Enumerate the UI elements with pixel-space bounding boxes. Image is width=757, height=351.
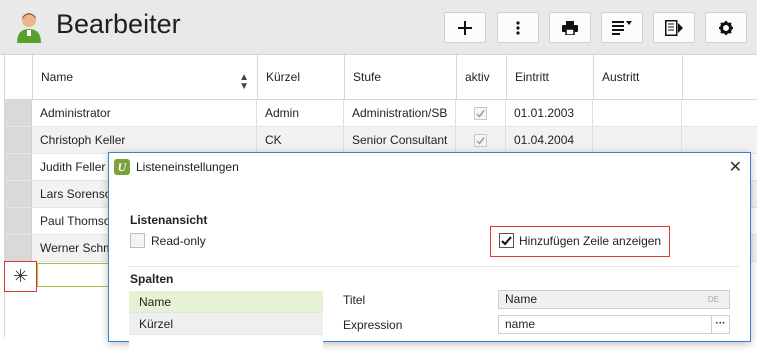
section-divider: [129, 266, 739, 267]
more-button[interactable]: [497, 12, 539, 43]
row-selector[interactable]: [5, 235, 32, 262]
asterisk-icon: ✳: [12, 266, 29, 286]
row-selector[interactable]: [5, 100, 32, 127]
checkmark-icon: [501, 236, 512, 246]
printer-icon: [562, 20, 578, 35]
column-list-item[interactable]: Name: [129, 291, 323, 313]
column-header-aktiv[interactable]: aktiv: [457, 55, 507, 100]
dialog-titlebar: U Listeneinstellungen ✕: [109, 153, 750, 181]
add-button[interactable]: [444, 12, 486, 43]
column-label: aktiv: [465, 70, 490, 84]
listview-heading: Listenansicht: [130, 213, 208, 227]
expression-value: name: [505, 317, 536, 331]
list-settings-dialog: U Listeneinstellungen ✕ Listenansicht Re…: [108, 152, 751, 351]
print-button[interactable]: [549, 12, 591, 43]
table-row[interactable]: Administrator Admin Administration/SB 01.01…: [32, 100, 757, 127]
list-sort-icon: [612, 21, 632, 35]
titel-value: Name: [505, 292, 538, 306]
cell-austritt[interactable]: [593, 127, 682, 154]
cell-eintritt[interactable]: 01.04.2004: [506, 127, 593, 154]
close-icon[interactable]: ✕: [729, 157, 742, 177]
column-list-item[interactable]: Kürzel: [129, 313, 323, 335]
cell-kuerzel[interactable]: CK: [257, 127, 344, 154]
settings-button[interactable]: [705, 12, 747, 43]
titel-label: Titel: [343, 293, 366, 307]
row-selector[interactable]: [5, 181, 32, 208]
readonly-checkbox[interactable]: [130, 233, 145, 248]
export-button[interactable]: [653, 12, 695, 43]
column-header-eintritt[interactable]: Eintritt: [507, 55, 594, 100]
column-header-kuerzel[interactable]: Kürzel: [258, 55, 345, 100]
column-label: Austritt: [602, 70, 640, 84]
add-row-label: Hinzufügen Zeile anzeigen: [519, 234, 662, 248]
cell-stufe[interactable]: Senior Consultant: [344, 127, 456, 154]
new-row-selector[interactable]: ✳: [4, 261, 37, 292]
row-selector[interactable]: [5, 154, 32, 181]
column-header-austritt[interactable]: Austritt: [594, 55, 683, 100]
column-header-stufe[interactable]: Stufe: [345, 55, 457, 100]
column-label: Kürzel: [266, 70, 301, 84]
vertical-dots-icon: [516, 20, 520, 35]
cell-eintritt[interactable]: 01.01.2003: [506, 100, 593, 127]
aktiv-checkbox[interactable]: [474, 134, 487, 147]
language-tag: DE: [707, 295, 719, 304]
app-logo-icon: U: [114, 159, 130, 175]
titel-field[interactable]: Name DE: [498, 290, 730, 309]
cell-austritt[interactable]: [593, 100, 682, 127]
readonly-label: Read-only: [151, 234, 206, 248]
column-header-name[interactable]: Name ▲ ▼: [33, 55, 258, 100]
expression-field[interactable]: name ···: [498, 315, 730, 334]
cell-aktiv[interactable]: [456, 127, 506, 154]
grid-header: Name ▲ ▼ Kürzel Stufe aktiv Eintritt Aus…: [5, 55, 757, 100]
columns-heading: Spalten: [130, 272, 174, 286]
column-label: Eintritt: [515, 70, 550, 84]
expression-more-button[interactable]: ···: [711, 316, 729, 333]
aktiv-checkbox[interactable]: [474, 107, 487, 120]
user-avatar-icon: [16, 11, 42, 43]
expression-label: Expression: [343, 318, 403, 332]
cell-aktiv[interactable]: [456, 100, 506, 127]
add-row-checkbox[interactable]: [499, 233, 514, 248]
cell-stufe[interactable]: Administration/SB: [344, 100, 456, 127]
document-arrow-icon: [665, 19, 683, 36]
page-header: Bearbeiter: [0, 0, 757, 55]
header-corner: [5, 55, 33, 100]
cell-name[interactable]: Administrator: [32, 100, 257, 127]
cell-name[interactable]: Christoph Keller: [32, 127, 257, 154]
column-list: Name Kürzel: [129, 291, 323, 351]
cell-kuerzel[interactable]: Admin: [257, 100, 344, 127]
row-selector[interactable]: [5, 127, 32, 154]
column-label: Name: [41, 70, 74, 84]
dialog-title: Listeneinstellungen: [136, 160, 239, 174]
gear-icon: [719, 20, 733, 35]
plus-icon: [458, 20, 472, 35]
list-filter-button[interactable]: [601, 12, 643, 43]
table-row[interactable]: Christoph Keller CK Senior Consultant 01.04…: [32, 127, 757, 154]
column-label: Stufe: [353, 70, 382, 84]
page-title: Bearbeiter: [56, 9, 181, 39]
row-selector[interactable]: [5, 208, 32, 235]
